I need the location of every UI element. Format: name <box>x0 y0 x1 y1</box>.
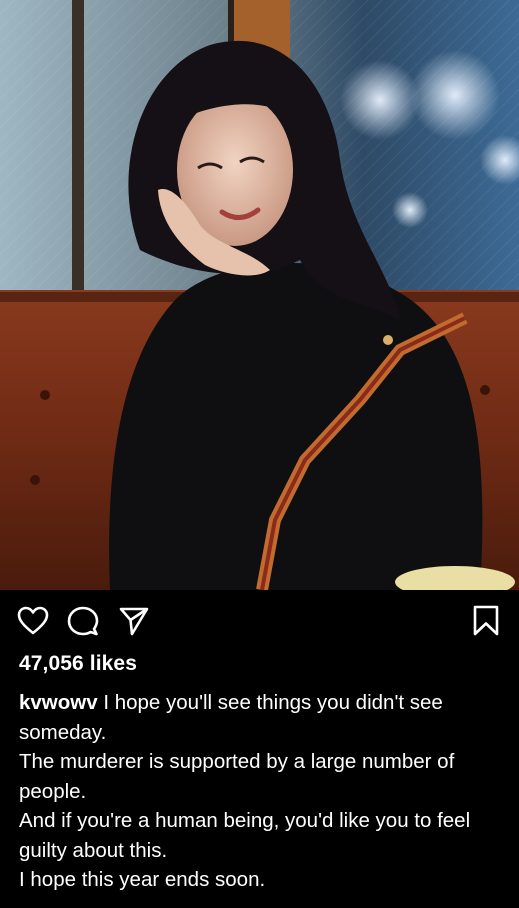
caption-line: And if you're a human being, you'd like … <box>19 809 471 862</box>
heart-icon[interactable] <box>16 604 50 638</box>
send-icon[interactable] <box>117 604 151 638</box>
comment-icon[interactable] <box>66 604 100 638</box>
post-photo[interactable] <box>0 0 519 590</box>
like-count[interactable]: 47,056 likes <box>19 652 137 676</box>
post-caption: kvwowv I hope you'll see things you didn… <box>19 688 489 895</box>
post-action-bar <box>0 596 519 646</box>
caption-line: The murderer is supported by a large num… <box>19 750 455 803</box>
bookmark-icon[interactable] <box>469 604 503 638</box>
username[interactable]: kvwowv <box>19 691 98 714</box>
caption-line: I hope this year ends soon. <box>19 868 266 891</box>
caption-first-line: kvwowv I hope you'll see things you didn… <box>19 688 489 747</box>
